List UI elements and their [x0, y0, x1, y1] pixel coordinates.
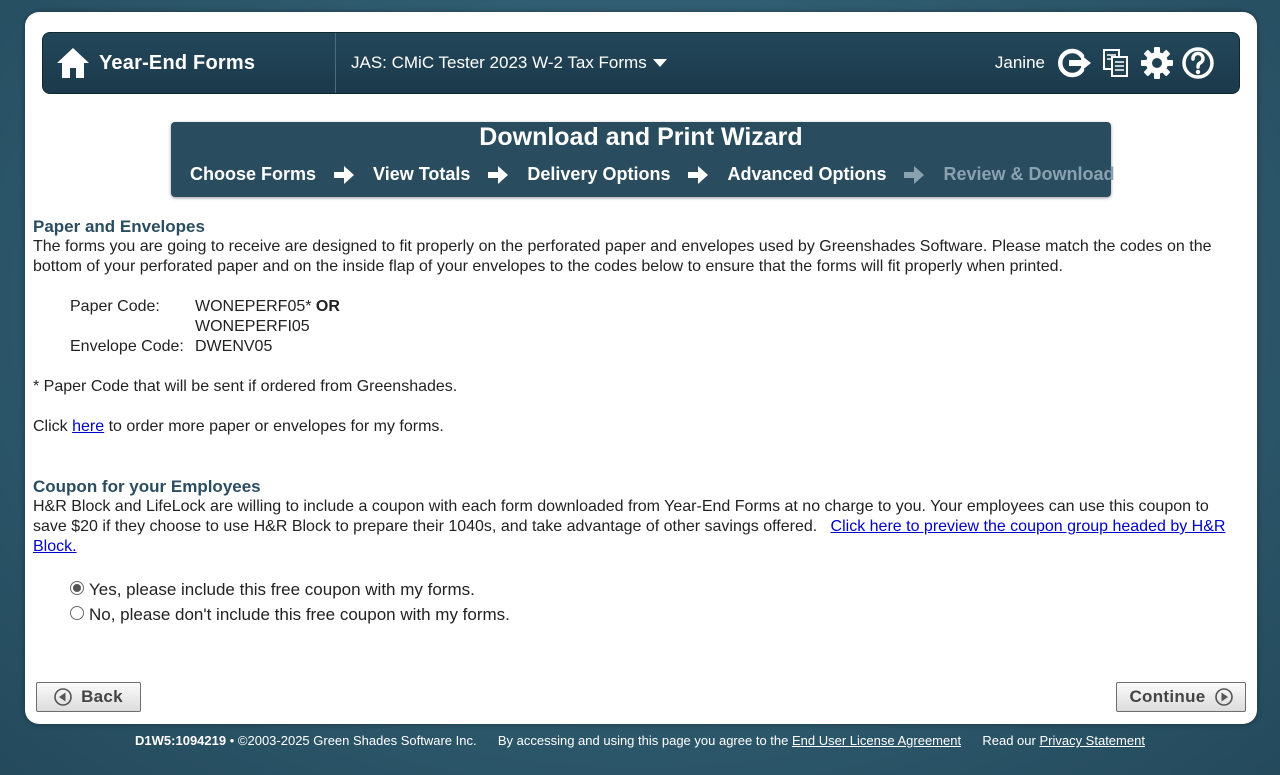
build-id: D1W5:1094219: [135, 733, 227, 748]
paper-code-footnote: * Paper Code that will be sent if ordere…: [33, 378, 458, 395]
arrow-right-icon: [904, 165, 925, 184]
paper-code-value-2: WONEPERFI05: [195, 318, 310, 335]
coupon-section-title: Coupon for your Employees: [33, 477, 261, 496]
brand-home-link[interactable]: Year-End Forms: [55, 33, 255, 93]
logout-icon[interactable]: [1056, 45, 1094, 81]
username: Janine: [994, 53, 1045, 72]
copyright: ©2003-2025 Green Shades Software Inc.: [237, 733, 477, 748]
brand-name: Year-End Forms: [99, 51, 256, 74]
page-footer: D1W5:1094219 • ©2003-2025 Green Shades S…: [135, 733, 1145, 748]
arrow-right-icon: [334, 165, 355, 184]
company-selector[interactable]: JAS: CMiC Tester 2023 W-2 Tax Forms: [351, 33, 667, 93]
envelope-code-value: DWENV05: [195, 338, 273, 355]
back-button-label: Back: [81, 687, 123, 706]
coupon-description: H&R Block and LifeLock are willing to in…: [33, 498, 1226, 555]
user-area: Janine: [995, 33, 1217, 93]
continue-button[interactable]: Continue: [1116, 682, 1246, 712]
arrow-right-icon: [688, 165, 709, 184]
continue-button-label: Continue: [1129, 687, 1206, 706]
agreement-text: By accessing and using this page you agr…: [497, 733, 789, 748]
back-arrow-icon: [54, 688, 72, 706]
wizard-title: Download and Print Wizard: [479, 123, 803, 151]
coupon-no-radio[interactable]: [70, 606, 84, 620]
help-icon[interactable]: [1179, 45, 1217, 81]
wizard-banner: Download and Print Wizard Choose Forms V…: [171, 122, 1115, 197]
home-icon: [57, 48, 89, 78]
forward-arrow-icon: [1214, 688, 1233, 706]
step-delivery-options[interactable]: Delivery Options: [527, 164, 670, 185]
eula-link[interactable]: End User License Agreement: [792, 733, 961, 748]
envelope-code-label: Envelope Code:: [70, 338, 184, 355]
step-advanced-options[interactable]: Advanced Options: [727, 164, 886, 185]
paper-code-value-1: WONEPERF05*: [195, 298, 312, 315]
copy-forms-icon[interactable]: [1097, 45, 1135, 81]
coupon-no-option[interactable]: No, please don't include this free coupo…: [70, 605, 510, 625]
arrow-right-icon: [488, 165, 509, 184]
coupon-yes-option[interactable]: Yes, please include this free coupon wit…: [70, 580, 475, 600]
top-navigation-bar: Year-End Forms JAS: CMiC Tester 2023 W-2…: [42, 32, 1240, 94]
paper-codes-table: Paper Code: WONEPERF05* OR WONEPERFI05 E…: [70, 297, 340, 357]
main-card: Year-End Forms JAS: CMiC Tester 2023 W-2…: [25, 12, 1257, 724]
or-text: OR: [315, 298, 340, 315]
privacy-prefix: Read our: [982, 733, 1036, 748]
wizard-steps: Choose Forms View Totals Delivery Option…: [190, 164, 1115, 185]
back-button[interactable]: Back: [36, 682, 141, 712]
header-divider: [335, 33, 336, 93]
coupon-yes-radio[interactable]: [70, 581, 84, 595]
coupon-no-label: No, please don't include this free coupo…: [89, 605, 510, 624]
caret-down-icon: [652, 59, 667, 67]
paper-code-label: Paper Code:: [70, 298, 160, 315]
coupon-yes-label: Yes, please include this free coupon wit…: [89, 580, 475, 599]
step-review-download: Review & Download: [943, 164, 1115, 184]
gear-icon[interactable]: [1138, 45, 1176, 81]
company-name: JAS: CMiC Tester 2023 W-2 Tax Forms: [351, 53, 647, 72]
order-paper-line: Click here to order more paper or envelo…: [33, 418, 444, 435]
step-view-totals[interactable]: View Totals: [373, 164, 470, 185]
order-paper-link[interactable]: here: [72, 418, 104, 435]
paper-section-title: Paper and Envelopes: [33, 217, 205, 236]
step-choose-forms[interactable]: Choose Forms: [190, 164, 316, 185]
privacy-link[interactable]: Privacy Statement: [1039, 733, 1145, 748]
paper-description: The forms you are going to receive are d…: [33, 238, 1212, 275]
